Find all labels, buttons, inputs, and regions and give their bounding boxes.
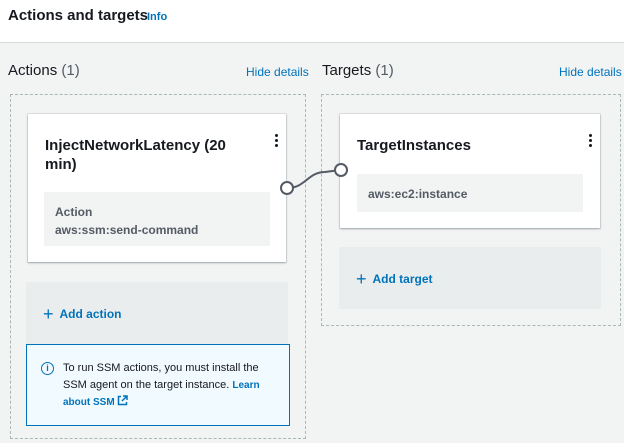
- external-link-icon: [118, 395, 129, 406]
- add-action-label: Add action: [59, 307, 122, 321]
- add-target-label: Add target: [372, 272, 433, 286]
- connector-start-handle[interactable]: [280, 181, 294, 195]
- ssm-info-alert: i To run SSM actions, you must install t…: [26, 344, 290, 426]
- add-target-button[interactable]: + Add target: [339, 247, 601, 309]
- add-action-button[interactable]: + Add action: [26, 282, 288, 344]
- connector-end-handle[interactable]: [334, 163, 348, 177]
- alert-message: To run SSM actions, you must install the…: [63, 362, 259, 391]
- alert-text: To run SSM actions, you must install the…: [63, 360, 285, 411]
- info-circle-icon: i: [41, 362, 54, 375]
- plus-icon: +: [356, 269, 367, 289]
- plus-icon: +: [43, 304, 54, 324]
